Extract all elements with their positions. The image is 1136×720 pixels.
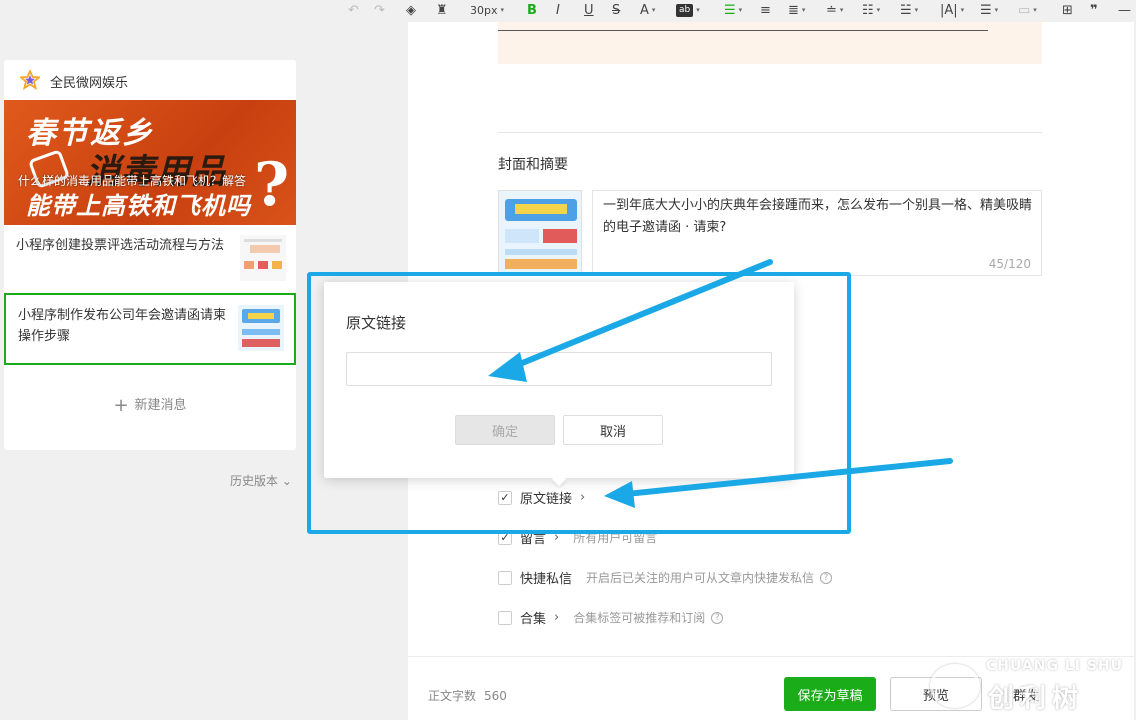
list-item[interactable]: 小程序创建投票评选活动流程与方法 (4, 225, 296, 293)
word-count: 正文字数 560 (428, 689, 507, 703)
star-logo-icon (20, 70, 40, 90)
plus-icon: + (113, 395, 129, 416)
digest-char-count: 45/120 (988, 257, 1031, 271)
list-item-selected[interactable]: 小程序制作发布公司年会邀请函请柬操作步骤 (4, 293, 296, 365)
new-message-button[interactable]: + 新建消息 (4, 394, 296, 416)
article-title: 小程序创建投票评选活动流程与方法 (16, 238, 225, 253)
help-icon[interactable]: ? (711, 611, 724, 624)
account-row: 全民微网娱乐 (4, 60, 296, 100)
option-quick-message[interactable]: 快捷私信 开启后已关注的用户可从文章内快捷发私信 ? (498, 568, 833, 587)
article-title: 小程序制作发布公司年会邀请函请柬操作步骤 (18, 308, 227, 344)
chevron-down-icon: ⌄ (281, 474, 292, 488)
font-color-button[interactable]: A ▾ (640, 1, 655, 19)
preview-button[interactable]: 预览 (890, 677, 982, 711)
checkbox-original-link[interactable]: ✓ (498, 490, 512, 505)
redo-icon[interactable]: ↷ (374, 1, 385, 19)
option-label: 留言 (520, 532, 547, 547)
dialog-title: 原文链接 (346, 314, 407, 332)
footer-bar: 正文字数 560 保存为草稿 预览 群发 (408, 656, 1134, 720)
letter-spacing-icon[interactable]: |A| ▾ (940, 1, 964, 19)
original-link-input[interactable] (346, 352, 772, 386)
checkbox-comments[interactable]: ✓ (498, 530, 512, 545)
banner-headline-3: 能带上高铁和飞机吗 (26, 191, 251, 220)
list-spacing-icon[interactable]: ☱ ▾ (900, 1, 918, 19)
checkbox-collection[interactable] (498, 610, 512, 625)
confirm-button[interactable]: 确定 (455, 415, 555, 445)
bold-button[interactable]: B (527, 1, 537, 19)
help-icon[interactable]: ? (820, 571, 833, 584)
history-version-link[interactable]: 历史版本 ⌄ (230, 472, 292, 489)
clear-format-icon[interactable]: ♜ (436, 1, 448, 19)
editor-toolbar: ↶ ↷ ◈ ♜ 30px ▾ B I U S A ▾ ab ▾ ☰ ▾ ≡ ≣ ▾ ≐ ▾ … (340, 0, 1136, 22)
article-list-panel: 全民微网娱乐 春节返乡 消毒用品 能带上高铁和飞机吗 ? 什么样的消毒用品能带上… (4, 60, 296, 450)
outdent-icon[interactable]: ≣ ▾ (788, 1, 805, 19)
paragraph-spacing-icon[interactable]: ☷ ▾ (862, 1, 880, 19)
account-name: 全民微网娱乐 (50, 76, 129, 91)
option-desc: 所有用户可留言 (573, 531, 658, 545)
option-desc: 开启后已关注的用户可从文章内快捷发私信 (586, 571, 815, 585)
original-link-dialog: 原文链接 确定 取消 (324, 282, 794, 487)
chevron-right-icon: › (554, 530, 560, 545)
undo-icon[interactable]: ↶ (348, 1, 359, 19)
checkbox-quick-message[interactable] (498, 570, 512, 585)
option-label: 快捷私信 (520, 572, 573, 587)
mass-send-button[interactable]: 群发 (996, 677, 1056, 711)
content-underline (498, 30, 988, 31)
article-thumbnail (238, 305, 284, 351)
option-comments[interactable]: ✓ 留言 › 所有用户可留言 (498, 528, 657, 547)
font-size-select[interactable]: 30px ▾ (470, 1, 504, 19)
chevron-right-icon: › (554, 610, 560, 625)
content-block[interactable] (498, 22, 1042, 64)
cover-banner[interactable]: 春节返乡 消毒用品 能带上高铁和飞机吗 ? 什么样的消毒用品能带上高铁和飞机？解… (4, 100, 296, 225)
save-draft-button[interactable]: 保存为草稿 (784, 677, 876, 711)
table-icon[interactable]: ⊞ (1062, 1, 1073, 19)
chevron-right-icon: › (580, 490, 586, 505)
quote-icon[interactable]: ❞ (1090, 1, 1098, 19)
underline-button[interactable]: U (584, 1, 594, 19)
line-height-icon[interactable]: ≐ ▾ (826, 1, 843, 19)
border-icon[interactable]: ▭ ▾ (1018, 1, 1037, 19)
format-painter-icon[interactable]: ◈ (406, 1, 416, 19)
horizontal-rule-icon[interactable]: — (1118, 1, 1131, 19)
option-label: 原文链接 (520, 492, 573, 507)
option-collection[interactable]: 合集 › 合集标签可被推荐和订阅 ? (498, 608, 724, 627)
strikethrough-button[interactable]: S (612, 1, 620, 19)
option-label: 合集 (520, 612, 547, 627)
cancel-button[interactable]: 取消 (563, 415, 663, 445)
digest-text: 一到年底大大小小的庆典年会接踵而来，怎么发布一个别具一格、精美吸睛的电子邀请函 … (603, 198, 1033, 235)
cover-image[interactable] (498, 190, 582, 274)
align-center-icon[interactable]: ☰ ▾ (724, 1, 742, 19)
cover-digest-title: 封面和摘要 (498, 157, 568, 173)
digest-textarea[interactable]: 一到年底大大小小的庆典年会接踵而来，怎么发布一个别具一格、精美吸睛的电子邀请函 … (592, 190, 1042, 276)
italic-button[interactable]: I (556, 1, 560, 19)
bullet-list-icon[interactable]: ☰ ▾ (980, 1, 998, 19)
bg-color-button[interactable]: ab ▾ (676, 1, 700, 19)
option-original-link[interactable]: ✓ 原文链接 › (498, 488, 585, 507)
divider (498, 132, 1042, 133)
article-thumbnail (240, 235, 286, 281)
option-desc: 合集标签可被推荐和订阅 (573, 611, 706, 625)
banner-caption: 什么样的消毒用品能带上高铁和飞机？解答 (18, 174, 247, 188)
indent-icon[interactable]: ≡ (760, 1, 771, 19)
